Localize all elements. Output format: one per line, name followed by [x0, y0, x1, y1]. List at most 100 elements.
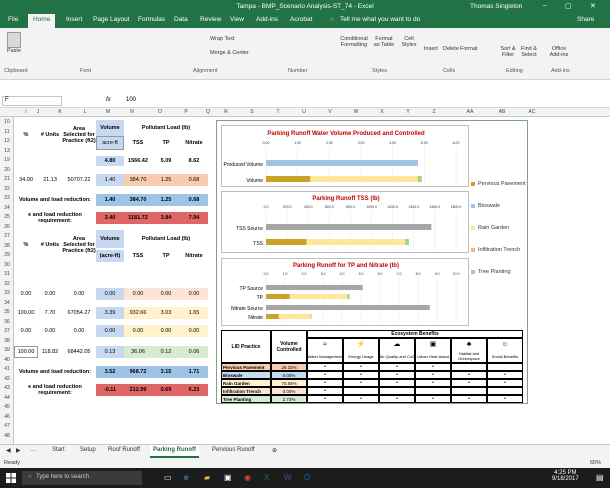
format-button[interactable]: Format	[460, 46, 477, 52]
volume-total[interactable]: 4.80	[96, 156, 124, 166]
row-header[interactable]: 35	[0, 309, 14, 315]
reduction-vol[interactable]: 1.40	[96, 194, 124, 206]
column-header[interactable]: S	[240, 109, 264, 115]
row-header[interactable]: 33	[0, 290, 14, 296]
row-header[interactable]: 37	[0, 328, 14, 334]
cell-tss[interactable]: 384.70	[124, 174, 152, 186]
cell-vol[interactable]: 1.40	[96, 174, 124, 186]
row-header[interactable]: 38	[0, 338, 14, 344]
area-header-2[interactable]: Area Selected for Practice (ft2)	[62, 230, 96, 260]
row-header[interactable]: 36	[0, 319, 14, 325]
tp-total[interactable]: 5.09	[152, 156, 180, 166]
requirement-tp[interactable]: 3.84	[152, 212, 180, 224]
volume-chart[interactable]: Parking Runoff Water Volume Produced and…	[221, 125, 469, 187]
row-units[interactable]: 7.70	[38, 307, 62, 319]
row-header[interactable]: 44	[0, 395, 14, 401]
column-header[interactable]: P	[174, 109, 198, 115]
tp-nitrate-chart[interactable]: Parking Runoff for TP and Nitrate (lb) 0…	[221, 258, 469, 326]
row-header[interactable]: 32	[0, 281, 14, 287]
tab-addins[interactable]: Add-ins	[256, 16, 278, 23]
row-tss[interactable]: 0.00	[124, 288, 152, 300]
row-pct[interactable]: 100.00	[14, 307, 38, 319]
pollutant-header-2[interactable]: Pollutant Load (lb)	[124, 230, 208, 248]
sort-filter-button[interactable]: Sort & Filter	[499, 46, 517, 58]
pct-header-2[interactable]: %	[14, 230, 38, 260]
row-area[interactable]: 67054.27	[62, 307, 96, 319]
requirement2-tss[interactable]: 212.99	[124, 384, 152, 396]
tab-insert[interactable]: Insert	[66, 16, 82, 23]
nitrate-header[interactable]: Nitrate	[180, 136, 208, 150]
volume-unit-2[interactable]: (acre-ft)	[96, 250, 124, 262]
row-vol[interactable]: 0.13	[96, 346, 124, 358]
row-units[interactable]: 0.00	[38, 325, 62, 337]
merge-center-button[interactable]: Merge & Center	[210, 50, 249, 56]
column-header[interactable]: AA	[458, 109, 482, 115]
row-header[interactable]: 41	[0, 366, 14, 372]
row-area[interactable]: 0.00	[62, 288, 96, 300]
minimize-icon[interactable]: –	[543, 2, 547, 9]
column-header[interactable]: V	[318, 109, 342, 115]
tab-home[interactable]: Home	[28, 14, 56, 28]
tab-review[interactable]: Review	[200, 16, 221, 23]
edge-icon[interactable]: e	[184, 473, 188, 482]
folder-icon[interactable]: ▰	[204, 473, 210, 482]
paste-button[interactable]: Paste	[4, 32, 24, 54]
row-header[interactable]: 19	[0, 157, 14, 163]
column-header[interactable]: N	[120, 109, 144, 115]
conditional-formatting-button[interactable]: Conditional Formatting	[340, 36, 368, 48]
row-tss[interactable]: 36.06	[124, 346, 152, 358]
row-header[interactable]: 26	[0, 224, 14, 230]
cell-styles-button[interactable]: Cell Styles	[398, 36, 420, 48]
find-select-button[interactable]: Find & Select	[520, 46, 538, 58]
row-header[interactable]: 12	[0, 138, 14, 144]
row-area[interactable]: 68442.05	[62, 346, 96, 358]
row-header[interactable]: 21	[0, 176, 14, 182]
name-box[interactable]: F	[2, 96, 62, 106]
requirement-vol[interactable]: 3.40	[96, 212, 124, 224]
tab-view[interactable]: View	[230, 16, 244, 23]
share-button[interactable]: Share	[577, 16, 594, 23]
volume-header[interactable]: Volume	[96, 120, 124, 136]
tss-header-2[interactable]: TSS	[124, 250, 152, 262]
tell-me-input[interactable]: Tell me what you want to do	[340, 16, 420, 23]
reduction-label-2[interactable]: Volume and load reduction:	[14, 366, 96, 378]
cell-nitrate[interactable]: 0.68	[180, 174, 208, 186]
sheet-tab-roof-runoff[interactable]: Roof Runoff	[108, 447, 140, 453]
area-header[interactable]: Area Selected for Practice (ft2)	[62, 120, 96, 150]
requirement-tss[interactable]: 1181.72	[124, 212, 152, 224]
row-tp[interactable]: 0.00	[152, 325, 180, 337]
store-icon[interactable]: ▣	[224, 473, 232, 482]
tab-formulas[interactable]: Formulas	[138, 16, 165, 23]
row-header[interactable]: 42	[0, 376, 14, 382]
sheet-tab-start[interactable]: Start	[52, 447, 65, 453]
row-header[interactable]: 39	[0, 347, 14, 353]
reduction2-tss[interactable]: 968.72	[124, 366, 152, 378]
row-header[interactable]: 10	[0, 119, 14, 125]
row-tss[interactable]: 0.00	[124, 325, 152, 337]
volume-unit[interactable]: acre-ft	[96, 136, 124, 150]
row-units[interactable]: 0.00	[38, 288, 62, 300]
row-header[interactable]: 48	[0, 433, 14, 439]
requirement-label-2[interactable]: e and load reduction requirement:	[14, 384, 96, 396]
reduction2-tp[interactable]: 3.15	[152, 366, 180, 378]
office-addins-button[interactable]: Office Add-ins	[548, 46, 570, 58]
zoom-level[interactable]: 65%	[590, 460, 601, 466]
cell-area[interactable]: 50707.22	[62, 174, 96, 186]
row-pct[interactable]: 100.00	[14, 346, 38, 358]
fx-icon[interactable]: fx	[106, 97, 111, 103]
reduction-tss[interactable]: 384.70	[124, 194, 152, 206]
row-nitrate[interactable]: 0.06	[180, 346, 208, 358]
row-header[interactable]: 43	[0, 385, 14, 391]
reduction-tp[interactable]: 1.25	[152, 194, 180, 206]
column-header[interactable]: L	[73, 109, 97, 115]
row-nitrate[interactable]: 1.65	[180, 307, 208, 319]
row-header[interactable]: 40	[0, 357, 14, 363]
tab-acrobat[interactable]: Acrobat	[290, 16, 312, 23]
delete-button[interactable]: Delete	[443, 46, 459, 52]
row-units[interactable]: 118.82	[38, 346, 62, 358]
tss-chart[interactable]: Parking Runoff TSS (lb) 0.0 200.0 400.0 600…	[221, 191, 469, 253]
reduction2-nitrate[interactable]: 1.71	[180, 366, 208, 378]
row-header[interactable]: 47	[0, 423, 14, 429]
column-header[interactable]: U	[292, 109, 316, 115]
clock[interactable]: 4:25 PM 9/18/2017	[552, 470, 579, 482]
